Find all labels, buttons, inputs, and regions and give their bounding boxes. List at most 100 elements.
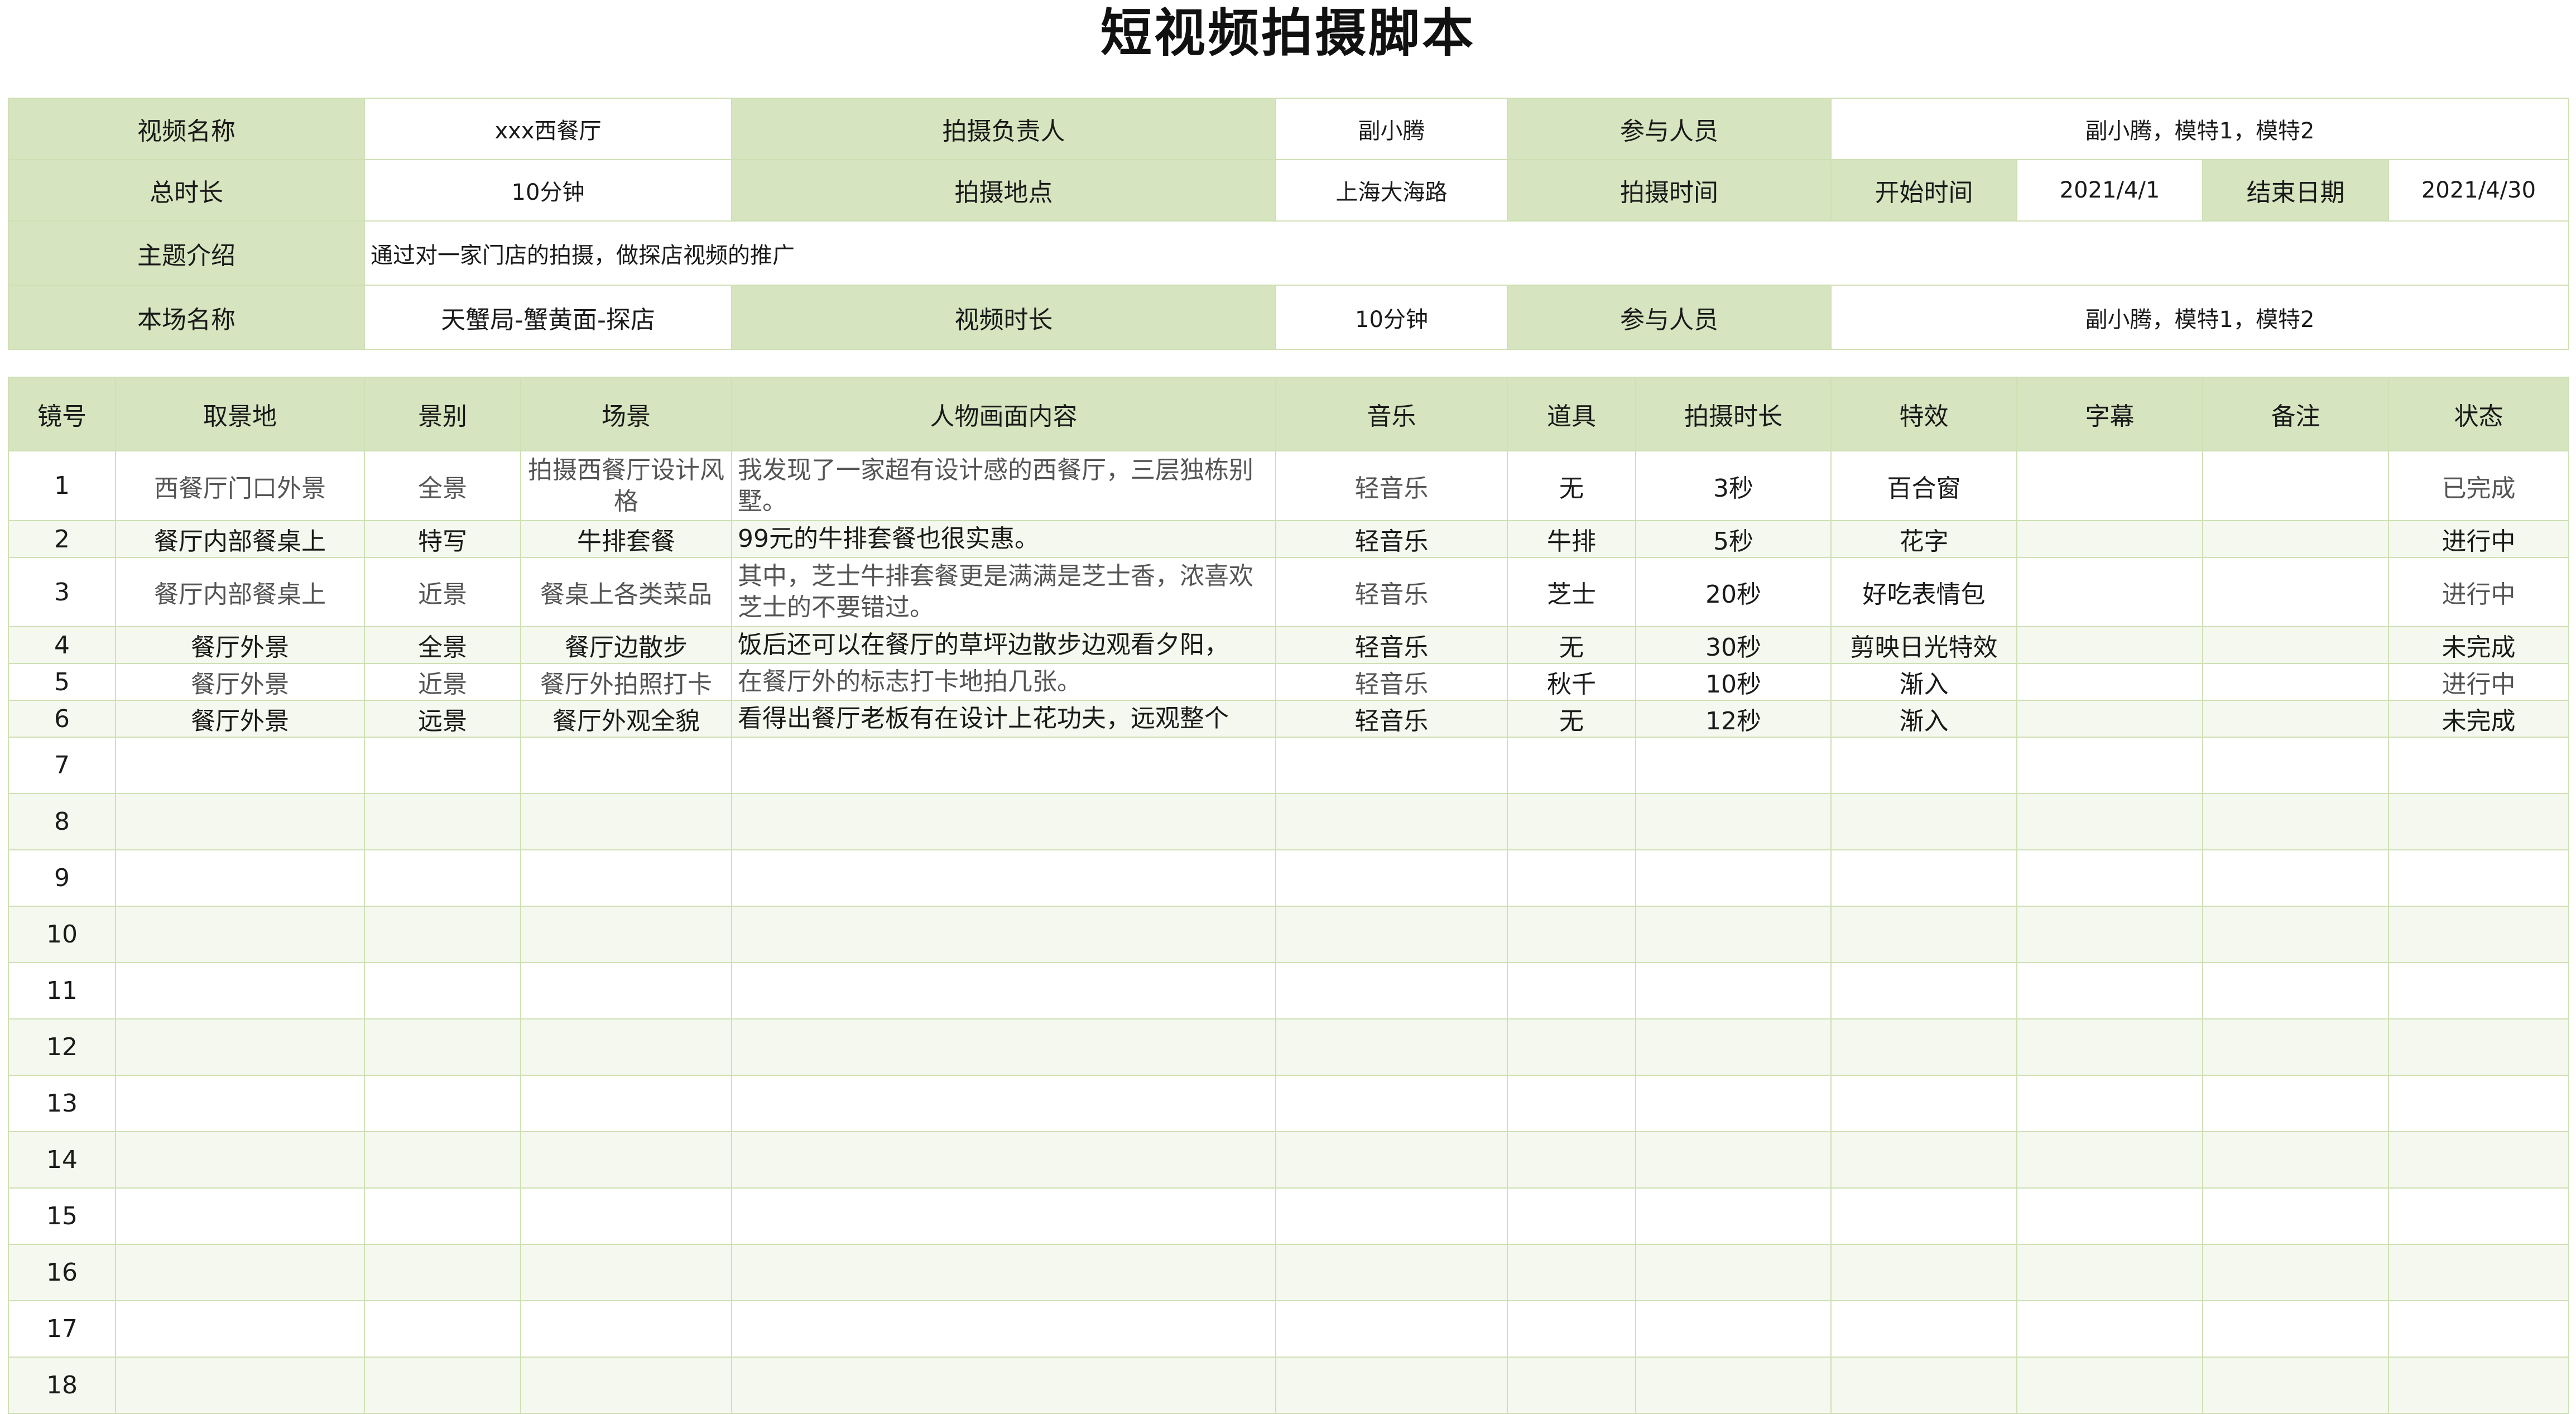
empty-cell[interactable]	[1635, 1244, 1832, 1301]
empty-cell[interactable]	[520, 849, 732, 907]
empty-cell[interactable]	[2202, 737, 2389, 794]
empty-cell[interactable]	[1275, 962, 1508, 1019]
scene-cell[interactable]: 餐厅外观全貌	[520, 700, 732, 738]
empty-cell[interactable]	[1275, 1131, 1508, 1189]
notes-cell[interactable]	[2202, 700, 2389, 738]
empty-cell[interactable]	[520, 906, 732, 963]
music-cell[interactable]: 轻音乐	[1275, 450, 1508, 521]
empty-cell[interactable]	[1635, 1300, 1832, 1358]
location-cell[interactable]: 餐厅内部餐桌上	[115, 557, 365, 627]
empty-cell[interactable]	[1275, 1300, 1508, 1358]
empty-cell[interactable]	[520, 1018, 732, 1076]
empty-cell[interactable]	[2016, 1300, 2203, 1358]
duration-cell[interactable]: 12秒	[1635, 700, 1832, 738]
shot-no-cell[interactable]: 8	[8, 793, 116, 850]
end-date-value[interactable]: 2021/4/30	[2387, 159, 2570, 222]
empty-cell[interactable]	[2016, 1075, 2203, 1132]
empty-cell[interactable]	[1830, 1131, 2017, 1189]
empty-cell[interactable]	[731, 906, 1276, 963]
empty-cell[interactable]	[2202, 1357, 2389, 1414]
empty-cell[interactable]	[1830, 1244, 2017, 1301]
empty-cell[interactable]	[364, 1357, 521, 1414]
props-cell[interactable]: 牛排	[1507, 520, 1636, 558]
effects-cell[interactable]: 百合窗	[1830, 450, 2017, 521]
duration-cell[interactable]: 30秒	[1635, 626, 1832, 664]
subtitles-cell[interactable]	[2016, 700, 2203, 738]
empty-cell[interactable]	[115, 906, 365, 963]
empty-cell[interactable]	[1635, 906, 1832, 963]
empty-cell[interactable]	[2388, 1244, 2569, 1301]
shot-no-cell[interactable]: 16	[8, 1244, 116, 1301]
empty-cell[interactable]	[364, 793, 521, 850]
empty-cell[interactable]	[731, 1300, 1276, 1358]
empty-cell[interactable]	[1635, 1131, 1832, 1189]
empty-cell[interactable]	[364, 1018, 521, 1076]
empty-cell[interactable]	[115, 1300, 365, 1358]
status-cell[interactable]: 进行中	[2388, 663, 2569, 701]
empty-cell[interactable]	[2016, 793, 2203, 850]
notes-cell[interactable]	[2202, 557, 2389, 627]
subtitles-cell[interactable]	[2016, 450, 2203, 521]
location-cell[interactable]: 餐厅外景	[115, 663, 365, 701]
props-cell[interactable]: 秋千	[1507, 663, 1636, 701]
music-cell[interactable]: 轻音乐	[1275, 626, 1508, 664]
empty-cell[interactable]	[520, 737, 732, 794]
empty-cell[interactable]	[2016, 1357, 2203, 1414]
effects-cell[interactable]: 渐入	[1830, 663, 2017, 701]
location-cell[interactable]: 餐厅外景	[115, 700, 365, 738]
video-name-value[interactable]: xxx西餐厅	[364, 98, 732, 160]
empty-cell[interactable]	[1507, 1187, 1636, 1245]
empty-cell[interactable]	[1830, 962, 2017, 1019]
empty-cell[interactable]	[2388, 1300, 2569, 1358]
empty-cell[interactable]	[364, 849, 521, 907]
props-cell[interactable]: 无	[1507, 626, 1636, 664]
empty-cell[interactable]	[2202, 1018, 2389, 1076]
empty-cell[interactable]	[731, 1357, 1276, 1414]
empty-cell[interactable]	[2388, 962, 2569, 1019]
props-cell[interactable]: 芝士	[1507, 557, 1636, 627]
empty-cell[interactable]	[364, 1244, 521, 1301]
empty-cell[interactable]	[1830, 1300, 2017, 1358]
music-cell[interactable]: 轻音乐	[1275, 663, 1508, 701]
scene-cell[interactable]: 餐桌上各类菜品	[520, 557, 732, 627]
empty-cell[interactable]	[1635, 1075, 1832, 1132]
empty-cell[interactable]	[1635, 793, 1832, 850]
empty-cell[interactable]	[520, 1131, 732, 1189]
status-cell[interactable]: 未完成	[2388, 700, 2569, 738]
shot-no-cell[interactable]: 14	[8, 1131, 116, 1189]
shot-size-cell[interactable]: 近景	[364, 557, 521, 627]
status-cell[interactable]: 进行中	[2388, 557, 2569, 627]
subtitles-cell[interactable]	[2016, 520, 2203, 558]
empty-cell[interactable]	[731, 1131, 1276, 1189]
empty-cell[interactable]	[2388, 1075, 2569, 1132]
empty-cell[interactable]	[115, 1131, 365, 1189]
empty-cell[interactable]	[2202, 1131, 2389, 1189]
participants-value[interactable]: 副小腾，模特1，模特2	[1830, 98, 2570, 160]
empty-cell[interactable]	[1635, 1018, 1832, 1076]
notes-cell[interactable]	[2202, 520, 2389, 558]
duration-value[interactable]: 10分钟	[364, 159, 732, 222]
empty-cell[interactable]	[2388, 737, 2569, 794]
empty-cell[interactable]	[731, 737, 1276, 794]
props-cell[interactable]: 无	[1507, 700, 1636, 738]
empty-cell[interactable]	[1830, 793, 2017, 850]
shot-no-cell[interactable]: 6	[8, 700, 116, 738]
notes-cell[interactable]	[2202, 626, 2389, 664]
empty-cell[interactable]	[115, 1018, 365, 1076]
content-cell[interactable]: 其中，芝士牛排套餐更是满满是芝士香，浓喜欢芝士的不要错过。	[731, 557, 1276, 627]
content-cell[interactable]: 我发现了一家超有设计感的西餐厅，三层独栋别墅。	[731, 450, 1276, 521]
status-cell[interactable]: 已完成	[2388, 450, 2569, 521]
shot-no-cell[interactable]: 11	[8, 962, 116, 1019]
shot-no-cell[interactable]: 2	[8, 520, 116, 558]
scene-cell[interactable]: 餐厅外拍照打卡	[520, 663, 732, 701]
empty-cell[interactable]	[1830, 1187, 2017, 1245]
empty-cell[interactable]	[520, 1187, 732, 1245]
empty-cell[interactable]	[731, 849, 1276, 907]
subtitles-cell[interactable]	[2016, 626, 2203, 664]
empty-cell[interactable]	[520, 1244, 732, 1301]
empty-cell[interactable]	[1507, 962, 1636, 1019]
notes-cell[interactable]	[2202, 450, 2389, 521]
scene-cell[interactable]: 拍摄西餐厅设计风格	[520, 450, 732, 521]
empty-cell[interactable]	[364, 737, 521, 794]
empty-cell[interactable]	[731, 962, 1276, 1019]
